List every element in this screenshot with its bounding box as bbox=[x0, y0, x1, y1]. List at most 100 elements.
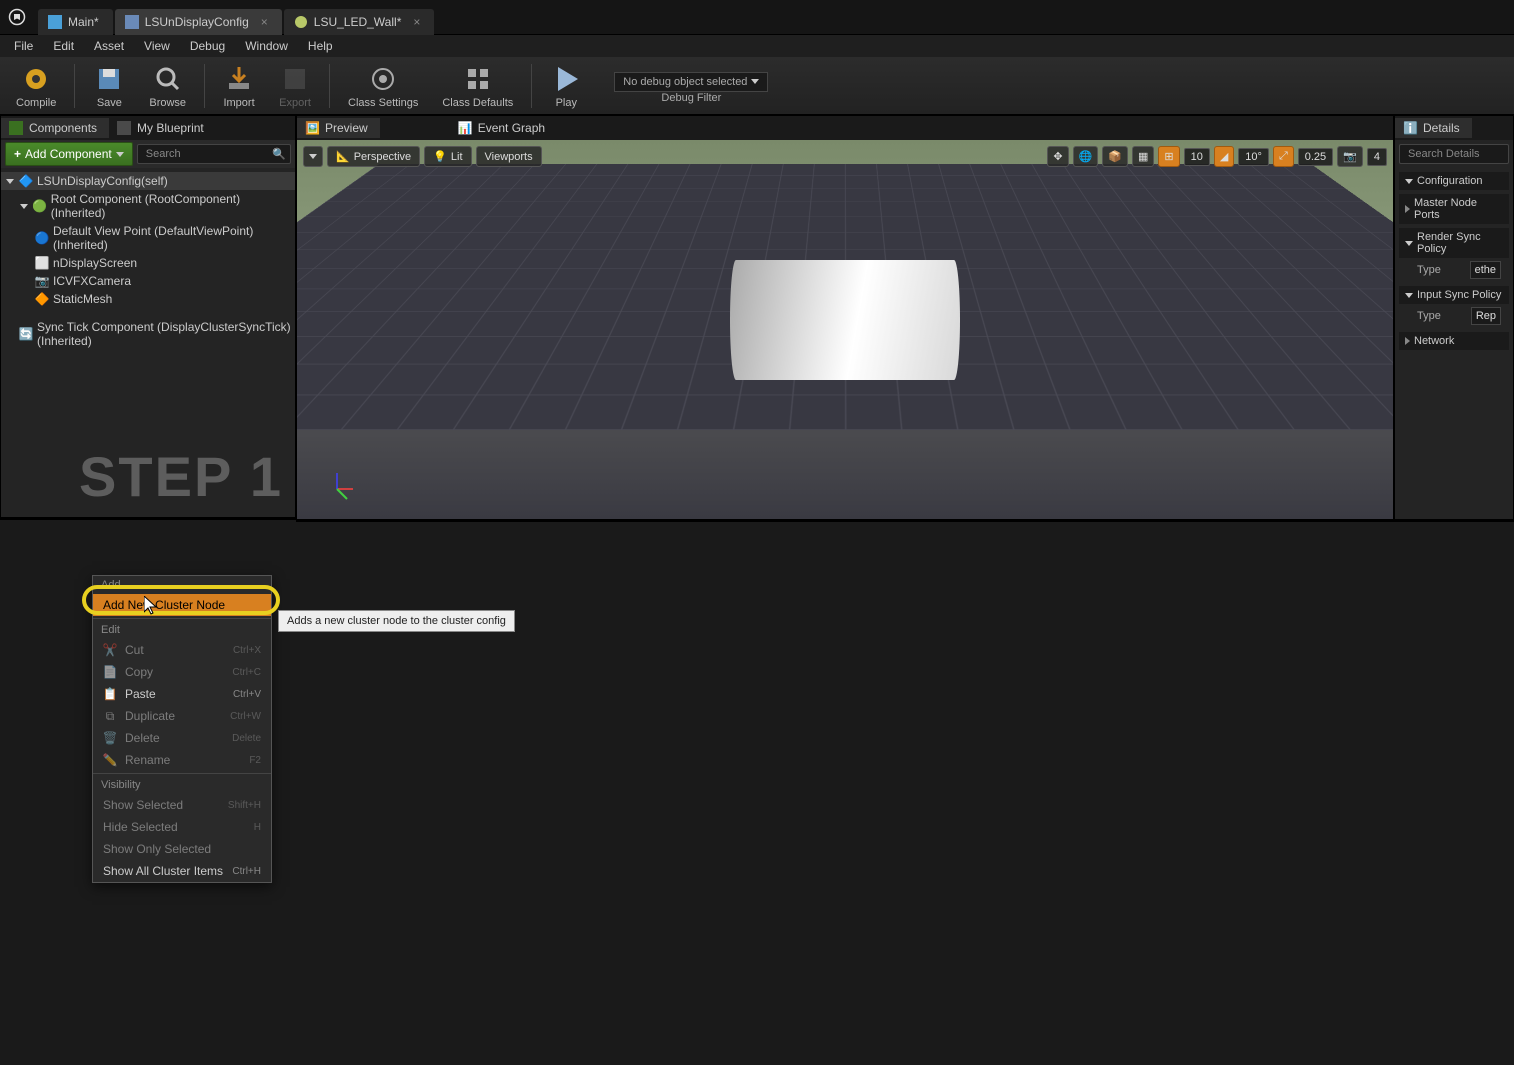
tree-row[interactable]: 🟢 Root Component (RootComponent) (Inheri… bbox=[1, 190, 295, 222]
doc-tab-ledwall[interactable]: LSU_LED_Wall* × bbox=[284, 9, 435, 35]
lit-button[interactable]: 💡 Lit bbox=[424, 146, 471, 167]
doc-tab-label: Main* bbox=[68, 15, 99, 29]
save-button[interactable]: Save bbox=[81, 59, 137, 113]
browse-button[interactable]: Browse bbox=[137, 59, 198, 113]
tree-row-self[interactable]: 🔷 LSUnDisplayConfig(self) bbox=[1, 172, 295, 190]
blueprint-icon bbox=[125, 15, 139, 29]
tree-row[interactable]: 📷 ICVFXCamera bbox=[1, 272, 295, 290]
tree-label: nDisplayScreen bbox=[53, 256, 137, 270]
delete-item[interactable]: 🗑️ Delete Delete bbox=[93, 727, 271, 749]
chevron-down-icon bbox=[1405, 179, 1413, 184]
tab-cluster[interactable]: 🖥️ Cluster bbox=[1, 519, 79, 520]
import-button[interactable]: Import bbox=[211, 59, 267, 113]
close-icon[interactable]: × bbox=[413, 15, 420, 29]
menu-file[interactable]: File bbox=[4, 37, 43, 55]
scale-snap-value[interactable]: 0.25 bbox=[1298, 148, 1333, 166]
menu-edit[interactable]: Edit bbox=[43, 37, 84, 55]
export-button: Export bbox=[267, 59, 323, 113]
section-label: Master Node Ports bbox=[1414, 197, 1503, 221]
camera-speed-value[interactable]: 4 bbox=[1367, 148, 1387, 166]
show-only-selected-item[interactable]: Show Only Selected bbox=[93, 838, 271, 860]
menu-view[interactable]: View bbox=[134, 37, 180, 55]
play-button[interactable]: Play bbox=[538, 59, 594, 113]
tab-compiler-results[interactable]: ⚙️ Compiler Results bbox=[1395, 520, 1513, 522]
shortcut-label: Ctrl+X bbox=[233, 645, 261, 656]
paste-item[interactable]: 📋 Paste Ctrl+V bbox=[93, 683, 271, 705]
duplicate-icon: ⧉ bbox=[103, 709, 117, 723]
components-panel: Components My Blueprint + Add Component … bbox=[0, 115, 296, 518]
class-defaults-button[interactable]: Class Defaults bbox=[430, 59, 525, 113]
surface-snap-button[interactable]: ▦ bbox=[1132, 146, 1154, 167]
tab-preview[interactable]: 🖼️ Preview bbox=[297, 118, 380, 138]
move-tool-button[interactable]: ✥ bbox=[1047, 146, 1068, 167]
add-component-button[interactable]: + Add Component bbox=[5, 142, 133, 166]
details-search-input[interactable]: Search Details bbox=[1399, 144, 1509, 164]
tree-row[interactable]: 🔶 StaticMesh bbox=[1, 290, 295, 308]
export-icon bbox=[279, 63, 311, 95]
type-field[interactable]: ethe bbox=[1470, 261, 1501, 279]
angle-snap-value[interactable]: 10° bbox=[1238, 148, 1269, 166]
debug-filter-combo[interactable]: No debug object selected bbox=[614, 72, 768, 92]
camera-speed-button[interactable]: 📦 bbox=[1102, 146, 1128, 167]
show-all-cluster-items-item[interactable]: Show All Cluster Items Ctrl+H bbox=[93, 860, 271, 882]
section-label: Input Sync Policy bbox=[1417, 289, 1501, 301]
scale-snap-button[interactable]: ⤢ bbox=[1273, 146, 1294, 167]
camera-speed-icon[interactable]: 📷 bbox=[1337, 146, 1363, 167]
tab-myblueprint[interactable]: My Blueprint bbox=[109, 118, 216, 138]
tree-label: Sync Tick Component (DisplayClusterSyncT… bbox=[37, 320, 291, 348]
compiler-results-panel: ⚙️ Compiler Results ! No cluster nodes •… bbox=[1394, 520, 1514, 522]
material-icon bbox=[294, 15, 308, 29]
menu-item-label: Cut bbox=[125, 643, 144, 657]
viewport-options-button[interactable] bbox=[303, 146, 323, 167]
close-icon[interactable]: × bbox=[261, 15, 268, 29]
doc-tab-main[interactable]: Main* bbox=[38, 9, 113, 35]
rename-item[interactable]: ✏️ Rename F2 bbox=[93, 749, 271, 771]
duplicate-item[interactable]: ⧉ Duplicate Ctrl+W bbox=[93, 705, 271, 727]
menu-help[interactable]: Help bbox=[298, 37, 343, 55]
tree-row[interactable]: 🔵 Default View Point (DefaultViewPoint) … bbox=[1, 222, 295, 254]
section-master-ports[interactable]: Master Node Ports bbox=[1399, 194, 1509, 224]
shortcut-label: F2 bbox=[249, 755, 261, 766]
grid-snap-button[interactable]: ⊞ bbox=[1158, 146, 1179, 167]
show-selected-item[interactable]: Show Selected Shift+H bbox=[93, 794, 271, 816]
type-field[interactable]: Rep bbox=[1471, 307, 1501, 325]
add-new-cluster-node-item[interactable]: Add New Cluster Node bbox=[93, 594, 271, 616]
grid-snap-value[interactable]: 10 bbox=[1184, 148, 1210, 166]
tab-components[interactable]: Components bbox=[1, 118, 109, 138]
menu-debug[interactable]: Debug bbox=[180, 37, 235, 55]
cut-item[interactable]: ✂️ Cut Ctrl+X bbox=[93, 639, 271, 661]
angle-snap-button[interactable]: ◢ bbox=[1214, 146, 1234, 167]
menu-window[interactable]: Window bbox=[235, 37, 298, 55]
tab-eventgraph[interactable]: 📊 Event Graph bbox=[450, 118, 557, 138]
tab-details[interactable]: ℹ️ Details bbox=[1395, 118, 1472, 138]
chevron-down-icon bbox=[1405, 241, 1413, 246]
collapse-icon[interactable] bbox=[5, 176, 15, 186]
chevron-down-icon bbox=[116, 152, 124, 157]
doc-tab-config[interactable]: LSUnDisplayConfig × bbox=[115, 9, 282, 35]
details-icon: ℹ️ bbox=[1403, 121, 1417, 135]
tree-row[interactable]: ⬜ nDisplayScreen bbox=[1, 254, 295, 272]
detail-label: Type bbox=[1407, 264, 1462, 276]
copy-item[interactable]: 📄 Copy Ctrl+C bbox=[93, 661, 271, 683]
chevron-down-icon bbox=[751, 79, 759, 84]
screen-icon: ⬜ bbox=[35, 256, 49, 270]
globe-tool-button[interactable]: 🌐 bbox=[1073, 146, 1099, 167]
components-search-input[interactable]: Search 🔍 bbox=[137, 144, 291, 164]
section-render-sync[interactable]: Render Sync Policy bbox=[1399, 228, 1509, 258]
section-network[interactable]: Network bbox=[1399, 332, 1509, 350]
section-configuration[interactable]: Configuration bbox=[1399, 172, 1509, 190]
section-input-sync[interactable]: Input Sync Policy bbox=[1399, 286, 1509, 304]
collapse-icon[interactable] bbox=[19, 201, 29, 211]
perspective-button[interactable]: 📐 Perspective bbox=[327, 146, 420, 167]
details-panel: ℹ️ Details Search Details Configuration … bbox=[1394, 115, 1514, 520]
chevron-down-icon bbox=[1405, 293, 1413, 298]
tab-output-mapping[interactable]: 🖥️ OutputMapping bbox=[297, 521, 419, 522]
tree-row[interactable]: 🔄 Sync Tick Component (DisplayClusterSyn… bbox=[1, 318, 295, 350]
class-settings-button[interactable]: Class Settings bbox=[336, 59, 430, 113]
menu-asset[interactable]: Asset bbox=[84, 37, 134, 55]
viewport-3d[interactable]: 📐 Perspective 💡 Lit Viewports ✥ 🌐 📦 ▦ ⊞ … bbox=[297, 140, 1393, 519]
viewpoint-icon: 🔵 bbox=[35, 231, 49, 245]
compile-button[interactable]: Compile bbox=[4, 59, 68, 113]
viewports-button[interactable]: Viewports bbox=[476, 146, 542, 167]
hide-selected-item[interactable]: Hide Selected H bbox=[93, 816, 271, 838]
